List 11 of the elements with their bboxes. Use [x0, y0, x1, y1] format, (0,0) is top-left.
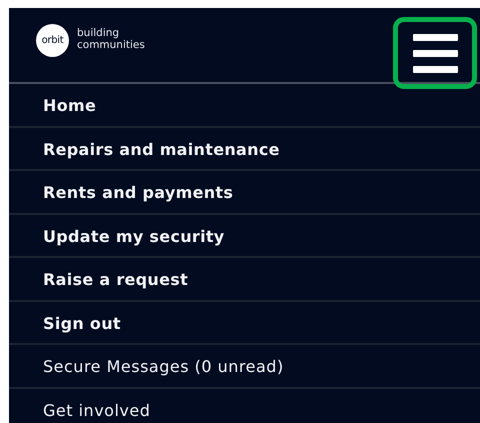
menu-item[interactable]: Repairs and maintenance: [9, 128, 480, 171]
logo-mark: orbit: [36, 24, 69, 56]
menu-item[interactable]: Rents and payments: [9, 171, 480, 214]
menu-button[interactable]: [393, 17, 477, 89]
menu-item[interactable]: Get involved: [9, 388, 480, 423]
menu-item[interactable]: Sign out: [9, 302, 480, 345]
menu-item[interactable]: Home: [9, 84, 480, 128]
menu-item[interactable]: Secure Messages (0 unread): [9, 345, 480, 388]
logo-tagline: building communities: [77, 28, 145, 52]
menu-item[interactable]: Update my security: [9, 214, 480, 258]
menu-item[interactable]: Raise a request: [9, 258, 480, 302]
